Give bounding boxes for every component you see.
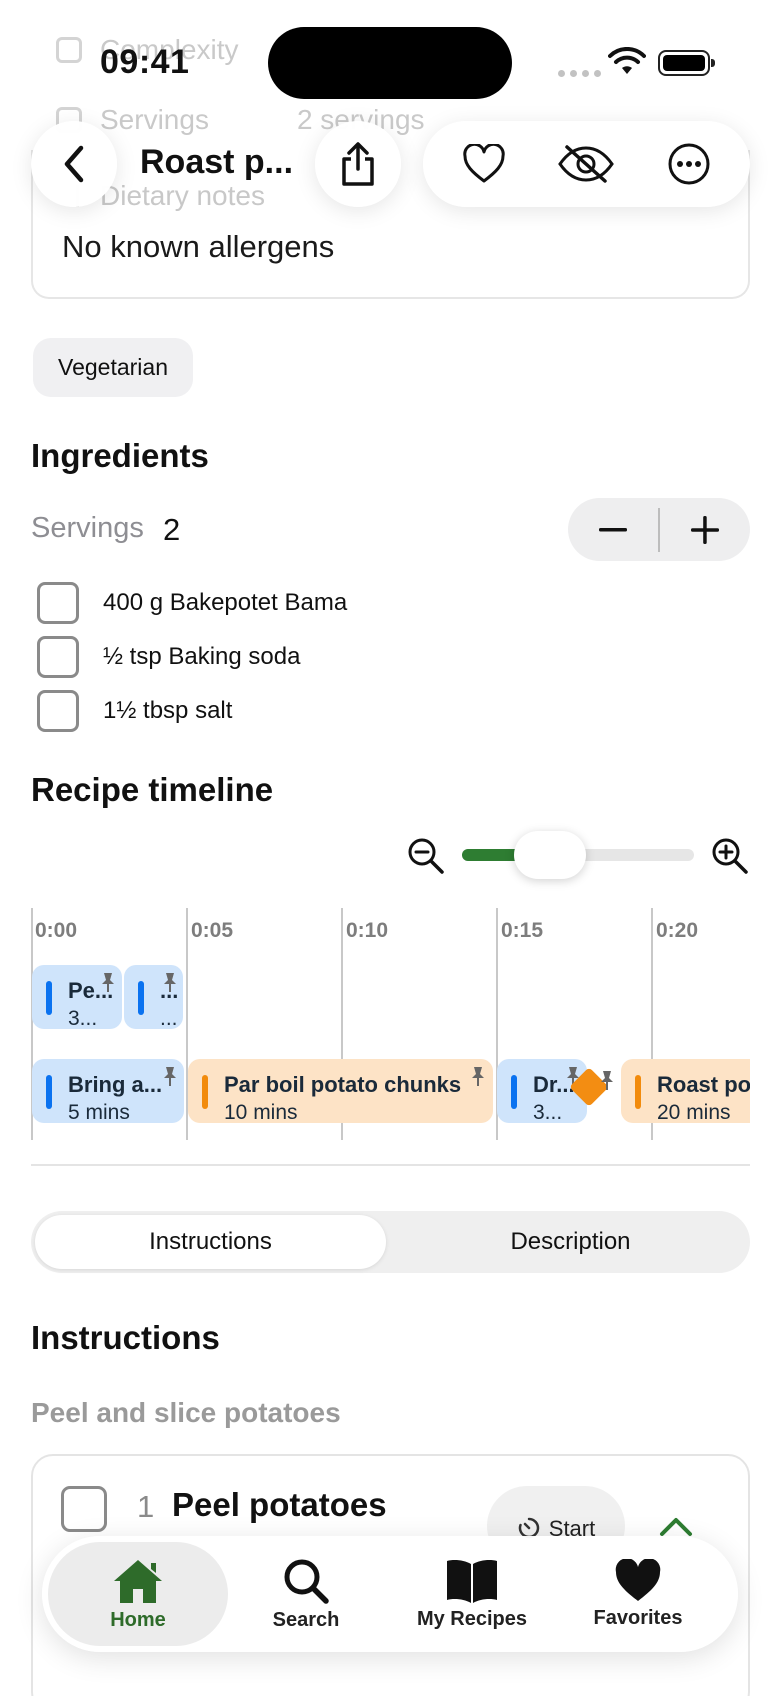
step-number: 1 (137, 1489, 155, 1524)
timeline-tick-label: 0:15 (501, 919, 544, 942)
header-actions (423, 121, 750, 207)
servings-label: Servings (31, 512, 144, 544)
zoom-out-icon[interactable] (406, 836, 446, 876)
pin-icon (102, 973, 114, 992)
heart-icon (615, 1558, 661, 1601)
ingredients-heading: Ingredients (31, 437, 209, 474)
ellipsis-circle-icon (668, 143, 710, 185)
status-time: 09:41 (100, 43, 190, 81)
timeline-step-block[interactable]: Par boil potato chunks 10 mins (188, 1059, 493, 1123)
dietary-title-label: Dietary notes (100, 180, 265, 211)
plus-icon (691, 515, 719, 544)
increment-servings-button[interactable] (660, 498, 750, 561)
segment-instructions[interactable]: Instructions (35, 1215, 386, 1269)
timeline-step-duration: 3... (68, 1007, 98, 1029)
back-button[interactable] (31, 121, 117, 207)
share-button[interactable] (315, 121, 401, 207)
timeline-tick-label: 0:10 (346, 919, 389, 942)
pin-icon (164, 1067, 176, 1086)
ingredient-label: 400 g Bakepotet Bama (103, 589, 348, 616)
timeline-step-block[interactable]: ... ... (124, 965, 183, 1029)
tab-home[interactable]: Home (48, 1542, 228, 1646)
pin-icon (164, 973, 176, 992)
timeline-step-duration: 3... (533, 1101, 563, 1123)
book-icon (447, 1559, 497, 1603)
ingredient-label: 1½ tbsp salt (103, 697, 233, 724)
tab-favorites-label: Favorites (593, 1606, 683, 1629)
tab-my-recipes[interactable]: My Recipes (382, 1542, 562, 1646)
timeline-tick-label: 0:00 (35, 919, 78, 942)
ingredient-label: ½ tsp Baking soda (103, 643, 301, 670)
heart-outline-icon (463, 144, 505, 183)
tab-search[interactable]: Search (216, 1542, 396, 1646)
ingredient-checkbox[interactable] (37, 582, 79, 624)
search-icon (284, 1559, 329, 1604)
timeline-tick-label: 0:20 (656, 919, 699, 942)
timeline-tick-label: 0:05 (191, 919, 234, 942)
timeline-step-title: Par boil potato chunks (224, 1072, 462, 1097)
home-icon (114, 1559, 162, 1603)
pin-icon (601, 1071, 613, 1090)
timeline-step-duration: 10 mins (224, 1101, 298, 1123)
ingredient-checkbox[interactable] (37, 636, 79, 678)
servings-stepper (568, 498, 750, 561)
zoom-in-icon[interactable] (710, 836, 750, 876)
tag-vegetarian[interactable]: Vegetarian (33, 338, 193, 397)
page-title: Roast p... (140, 143, 294, 181)
eye-slash-icon (558, 145, 615, 183)
share-icon (342, 142, 374, 186)
hide-button[interactable] (556, 134, 616, 194)
timeline-step-block[interactable]: Roast po 20 mins (621, 1059, 750, 1123)
dynamic-island (268, 27, 512, 99)
timeline-step-block[interactable]: Bring a... 5 mins (32, 1059, 184, 1123)
cellular-signal-icon (558, 70, 601, 77)
servings-faded-label: Servings (100, 104, 209, 135)
favorite-button[interactable] (454, 134, 514, 194)
complexity-icon (56, 37, 82, 63)
more-button[interactable] (659, 134, 719, 194)
battery-icon (658, 50, 715, 76)
timeline-step-title: Roast po (657, 1072, 750, 1097)
wifi-icon (608, 47, 646, 74)
tab-search-label: Search (272, 1608, 340, 1631)
tab-home-label: Home (110, 1608, 166, 1631)
step-group-title: Peel and slice potatoes (31, 1397, 341, 1428)
ingredient-row: ½ tsp Baking soda (37, 635, 300, 679)
tab-favorites[interactable]: Favorites (548, 1542, 728, 1646)
timeline-step-block[interactable]: Pe... 3... (32, 965, 122, 1029)
chevron-left-icon (64, 145, 84, 183)
tab-my-recipes-label: My Recipes (416, 1607, 528, 1630)
section-divider (31, 1164, 750, 1166)
decrement-servings-button[interactable] (568, 498, 658, 561)
recipe-timeline: 0:00 0:05 0:10 0:15 0:20 Pe... 3... ... … (31, 905, 750, 1141)
ingredient-checkbox[interactable] (37, 690, 79, 732)
step-checkbox[interactable] (61, 1486, 107, 1532)
minus-icon (599, 527, 627, 531)
pin-icon (472, 1067, 484, 1086)
zoom-slider-thumb[interactable] (514, 831, 587, 879)
step-title: Peel potatoes (172, 1486, 387, 1523)
timeline-step-duration: 5 mins (68, 1101, 130, 1123)
bottom-tab-bar: Home Search My Recipes Favorites (42, 1536, 738, 1652)
timeline-heading: Recipe timeline (31, 771, 274, 808)
allergens-text: No known allergens (62, 229, 335, 264)
timeline-step-duration: ... (160, 1007, 178, 1029)
segment-description[interactable]: Description (395, 1215, 746, 1269)
instructions-heading: Instructions (31, 1319, 220, 1356)
ingredient-row: 400 g Bakepotet Bama (37, 581, 347, 625)
servings-value: 2 (163, 512, 181, 547)
ingredient-row: 1½ tbsp salt (37, 689, 232, 733)
timeline-step-duration: 20 mins (657, 1101, 731, 1123)
timeline-step-title: Bring a... (68, 1072, 163, 1097)
content-segmented-control: Instructions Description (31, 1211, 750, 1273)
